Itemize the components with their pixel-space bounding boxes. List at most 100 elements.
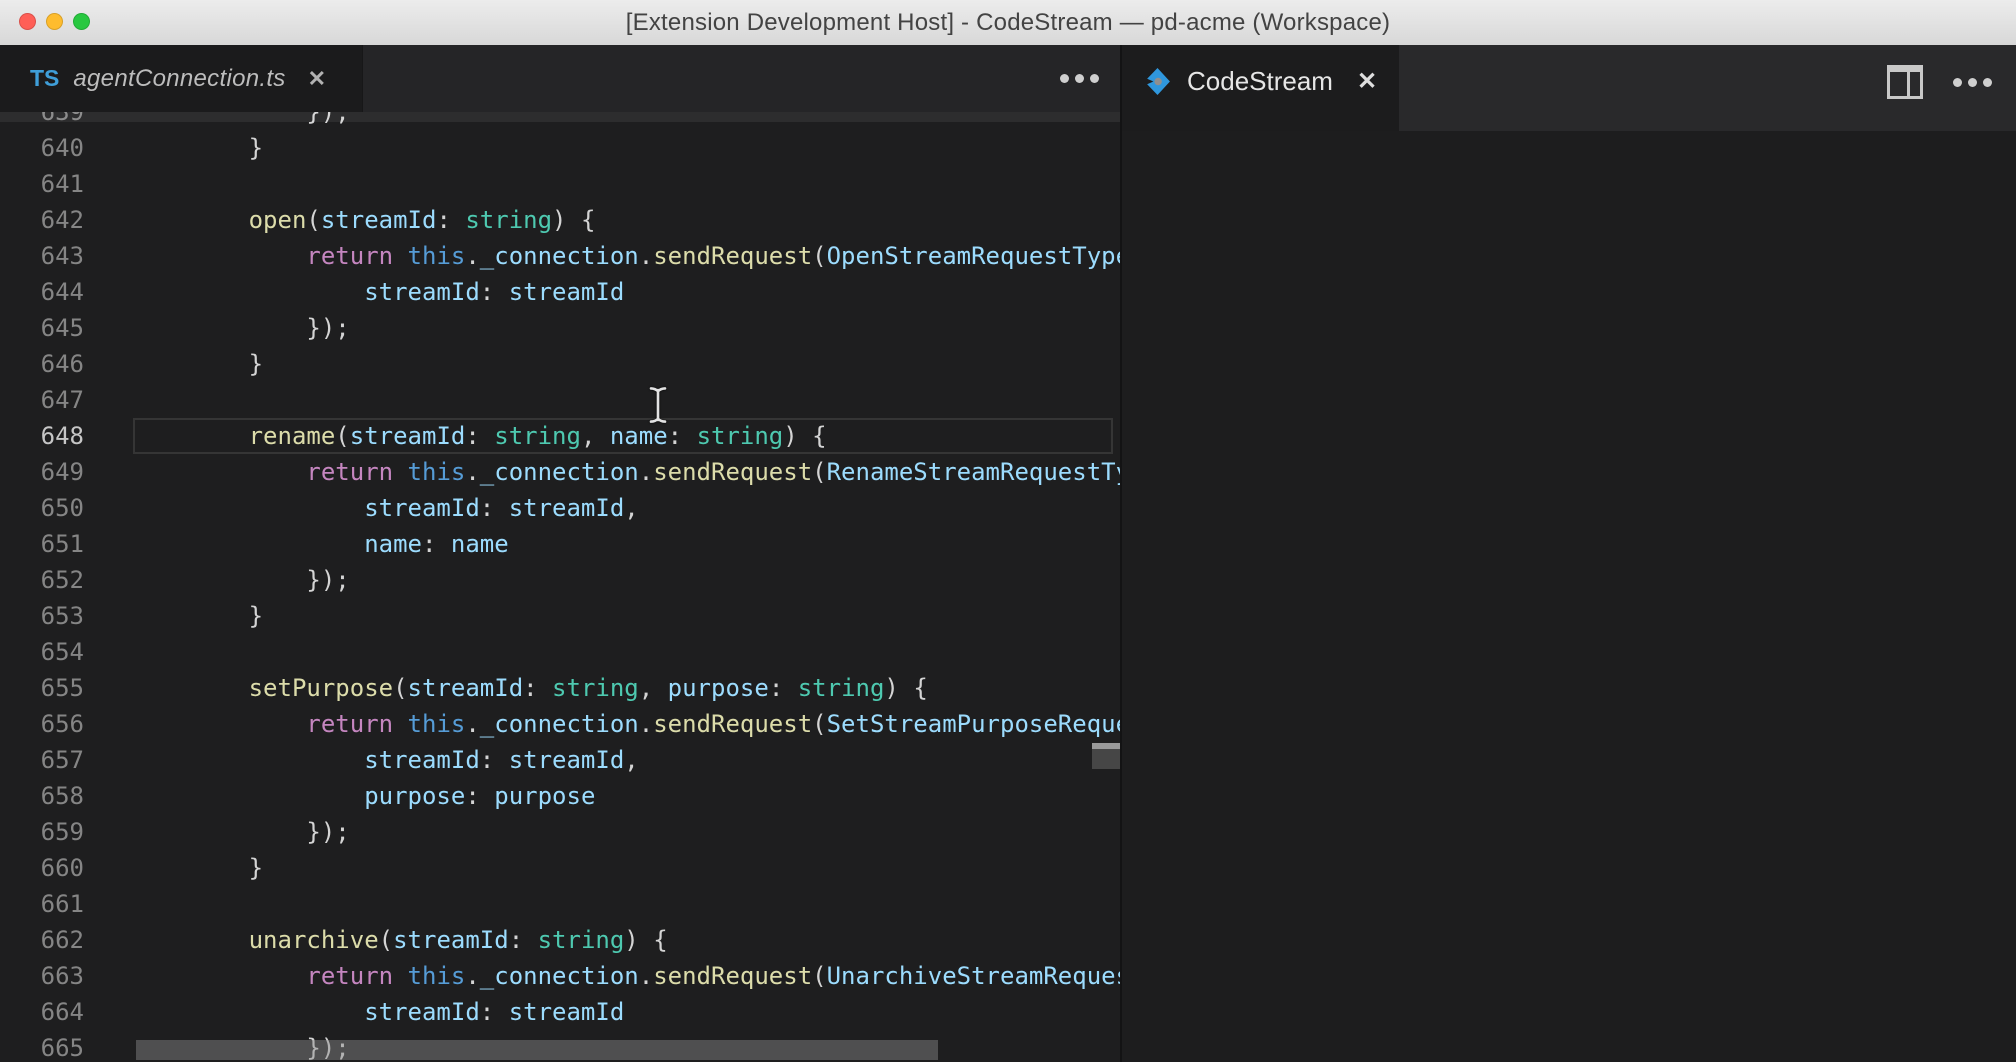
code-line[interactable]: 647	[0, 382, 1121, 418]
line-number: 661	[0, 886, 84, 922]
code-line[interactable]: 663 return this._connection.sendRequest(…	[0, 958, 1121, 994]
line-number: 655	[0, 670, 84, 706]
code-line[interactable]: 662 unarchive(streamId: string) {	[0, 922, 1121, 958]
workbench: TS agentConnection.ts ✕ 639 });640 }6416…	[0, 45, 2016, 1062]
code-line[interactable]: 642 open(streamId: string) {	[0, 202, 1121, 238]
line-number: 663	[0, 958, 84, 994]
panel-more-actions-icon[interactable]	[1953, 78, 1992, 87]
panel-tab-bar: CodeStream ✕	[1122, 45, 2016, 131]
line-number: 665	[0, 1030, 84, 1062]
code-line[interactable]: 646 }	[0, 346, 1121, 382]
code-line-text: open(streamId: string) {	[84, 202, 595, 238]
code-line-text: streamId: streamId,	[84, 742, 639, 778]
line-number: 642	[0, 202, 84, 238]
code-editor[interactable]: 639 });640 }641642 open(streamId: string…	[0, 112, 1121, 1062]
panel-close-icon[interactable]: ✕	[1357, 67, 1377, 96]
editor-tab-bar: TS agentConnection.ts ✕	[0, 45, 1121, 112]
code-line[interactable]: 654	[0, 634, 1121, 670]
text-ibeam-cursor-icon	[649, 386, 667, 424]
titlebar: [Extension Development Host] - CodeStrea…	[0, 0, 2016, 46]
code-line-text	[84, 166, 133, 202]
code-line-text	[84, 886, 133, 922]
code-line-text: purpose: purpose	[84, 778, 595, 814]
code-line-text: }	[84, 346, 263, 382]
line-number: 649	[0, 454, 84, 490]
code-line[interactable]: 651 name: name	[0, 526, 1121, 562]
window-title: [Extension Development Host] - CodeStrea…	[0, 0, 2016, 45]
line-number: 643	[0, 238, 84, 274]
line-number: 641	[0, 166, 84, 202]
code-line[interactable]: 661	[0, 886, 1121, 922]
code-line[interactable]: 645 });	[0, 310, 1121, 346]
codestream-panel-body[interactable]	[1122, 131, 2016, 1062]
line-number: 646	[0, 346, 84, 382]
line-number: 660	[0, 850, 84, 886]
code-line[interactable]: 652 });	[0, 562, 1121, 598]
panel-actions	[1887, 65, 1992, 99]
code-line-text: }	[84, 130, 263, 166]
line-number: 659	[0, 814, 84, 850]
code-line-text: }	[84, 850, 263, 886]
line-number: 648	[0, 418, 84, 454]
line-number: 662	[0, 922, 84, 958]
code-line[interactable]: 658 purpose: purpose	[0, 778, 1121, 814]
code-line-text: return this._connection.sendRequest(Open…	[84, 238, 1121, 274]
line-number: 657	[0, 742, 84, 778]
editor-more-actions-icon[interactable]	[1060, 74, 1099, 83]
tab-codestream[interactable]: CodeStream ✕	[1122, 45, 1399, 131]
code-line[interactable]: 650 streamId: streamId,	[0, 490, 1121, 526]
code-line-text: return this._connection.sendRequest(Rena…	[84, 454, 1121, 490]
line-number: 654	[0, 634, 84, 670]
code-line-text: return this._connection.sendRequest(SetS…	[84, 706, 1121, 742]
code-lines: 639 });640 }641642 open(streamId: string…	[0, 112, 1121, 1062]
code-line[interactable]: 659 });	[0, 814, 1121, 850]
code-line[interactable]: 640 }	[0, 130, 1121, 166]
tab-filename: agentConnection.ts	[73, 65, 285, 93]
line-number: 640	[0, 130, 84, 166]
code-line[interactable]: 657 streamId: streamId,	[0, 742, 1121, 778]
code-line-text	[84, 634, 133, 670]
tab-close-icon[interactable]: ✕	[308, 66, 326, 92]
code-line[interactable]: 641	[0, 166, 1121, 202]
line-number: 647	[0, 382, 84, 418]
code-line-text: });	[84, 562, 350, 598]
code-line[interactable]: 643 return this._connection.sendRequest(…	[0, 238, 1121, 274]
line-number: 645	[0, 310, 84, 346]
code-line-text: }	[84, 598, 263, 634]
vscode-window: [Extension Development Host] - CodeStrea…	[0, 0, 2016, 1062]
editor-group: TS agentConnection.ts ✕ 639 });640 }6416…	[0, 45, 1121, 1062]
code-line[interactable]: 656 return this._connection.sendRequest(…	[0, 706, 1121, 742]
code-line[interactable]: 660 }	[0, 850, 1121, 886]
codestream-panel: CodeStream ✕	[1122, 45, 2016, 1062]
tab-agentconnection[interactable]: TS agentConnection.ts ✕	[0, 45, 363, 112]
code-line-text: name: name	[84, 526, 509, 562]
line-number: 658	[0, 778, 84, 814]
editor-panel-divider[interactable]	[1120, 45, 1122, 1062]
code-line-text: unarchive(streamId: string) {	[84, 922, 668, 958]
code-line[interactable]: 649 return this._connection.sendRequest(…	[0, 454, 1121, 490]
panel-tab-label: CodeStream	[1187, 66, 1333, 97]
code-line-text: streamId: streamId	[84, 994, 624, 1030]
code-line[interactable]: 655 setPurpose(streamId: string, purpose…	[0, 670, 1121, 706]
code-line[interactable]: 648 rename(streamId: string, name: strin…	[0, 418, 1121, 454]
code-line-text: });	[84, 814, 350, 850]
code-line-text: rename(streamId: string, name: string) {	[84, 418, 827, 454]
split-editor-icon[interactable]	[1887, 65, 1923, 99]
code-line-text: streamId: streamId,	[84, 490, 639, 526]
line-number: 664	[0, 994, 84, 1030]
tab-scroll-shadow	[0, 112, 1120, 122]
code-line[interactable]: 664 streamId: streamId	[0, 994, 1121, 1030]
line-number: 650	[0, 490, 84, 526]
line-number: 656	[0, 706, 84, 742]
code-line-text	[84, 382, 133, 418]
code-line[interactable]: 653 }	[0, 598, 1121, 634]
line-number: 644	[0, 274, 84, 310]
line-number: 651	[0, 526, 84, 562]
line-number: 652	[0, 562, 84, 598]
code-line[interactable]: 644 streamId: streamId	[0, 274, 1121, 310]
overview-ruler-cursor-marker	[1092, 743, 1120, 749]
code-line-text: });	[84, 310, 350, 346]
code-line-text: streamId: streamId	[84, 274, 624, 310]
codestream-logo-icon	[1144, 67, 1171, 96]
horizontal-scrollbar[interactable]	[136, 1040, 938, 1060]
